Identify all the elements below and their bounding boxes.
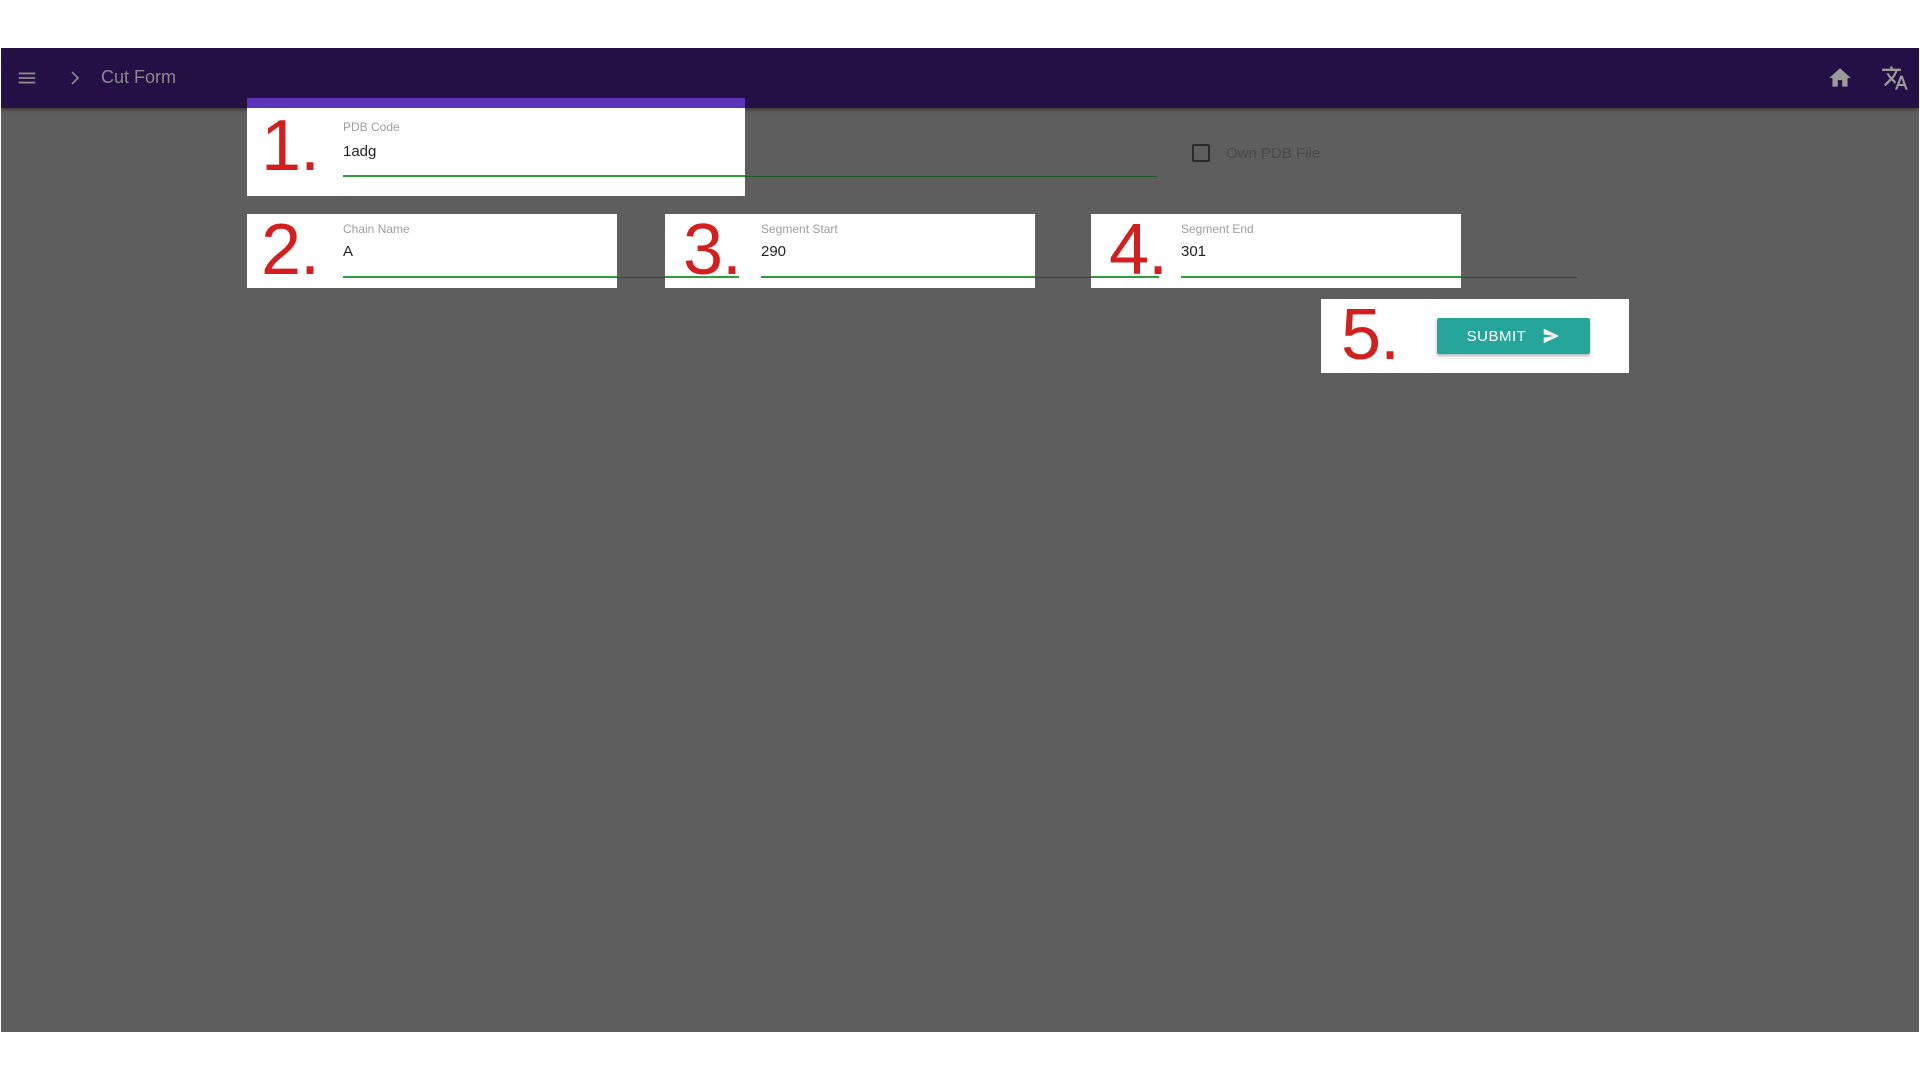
active-accent-bar <box>247 98 745 108</box>
pdb-code-label: PDB Code <box>343 120 400 134</box>
annotation-number-5: 5. <box>1341 295 1400 375</box>
chain-name-field-underline <box>343 276 617 278</box>
translate-icon[interactable] <box>1881 64 1909 92</box>
own-pdb-file-checkbox[interactable]: Own PDB File <box>1192 144 1320 162</box>
chain-name-input[interactable] <box>343 242 603 262</box>
app-window: Cut Form Own PDB File 1. PDB Code 2. Cha… <box>1 48 1919 1032</box>
segment-start-input[interactable] <box>761 242 1021 262</box>
chevron-right-icon <box>71 71 80 85</box>
segment-end-callout: 4. Segment End <box>1091 214 1461 288</box>
pdb-code-input[interactable] <box>343 142 733 162</box>
page-title: Cut Form <box>101 67 177 87</box>
checkbox-square[interactable] <box>1192 144 1210 162</box>
segment-row-underline-left <box>665 276 739 278</box>
chain-name-label: Chain Name <box>343 222 410 236</box>
segment-start-field-underline <box>761 276 1035 278</box>
home-icon[interactable] <box>1827 65 1853 91</box>
pdb-code-field-underline <box>343 175 745 177</box>
segment-start-callout: 3. Segment Start <box>665 214 1035 288</box>
submit-label: SUBMIT <box>1466 327 1527 345</box>
own-pdb-file-label: Own PDB File <box>1226 144 1321 162</box>
menu-icon[interactable] <box>16 67 38 89</box>
segment-end-label: Segment End <box>1181 222 1254 236</box>
send-icon <box>1544 328 1560 344</box>
pdb-code-callout: 1. PDB Code <box>247 98 745 196</box>
chain-name-callout: 2. Chain Name <box>247 214 617 288</box>
submit-button[interactable]: SUBMIT <box>1437 318 1590 354</box>
segment-row-underline-mid <box>1091 276 1159 278</box>
segment-end-input[interactable] <box>1181 242 1441 262</box>
submit-callout: 5. SUBMIT <box>1321 299 1629 373</box>
annotation-number-1: 1. <box>261 106 320 186</box>
annotation-number-2: 2. <box>261 210 320 290</box>
segment-end-field-underline <box>1181 276 1461 278</box>
segment-start-label: Segment Start <box>761 222 838 236</box>
